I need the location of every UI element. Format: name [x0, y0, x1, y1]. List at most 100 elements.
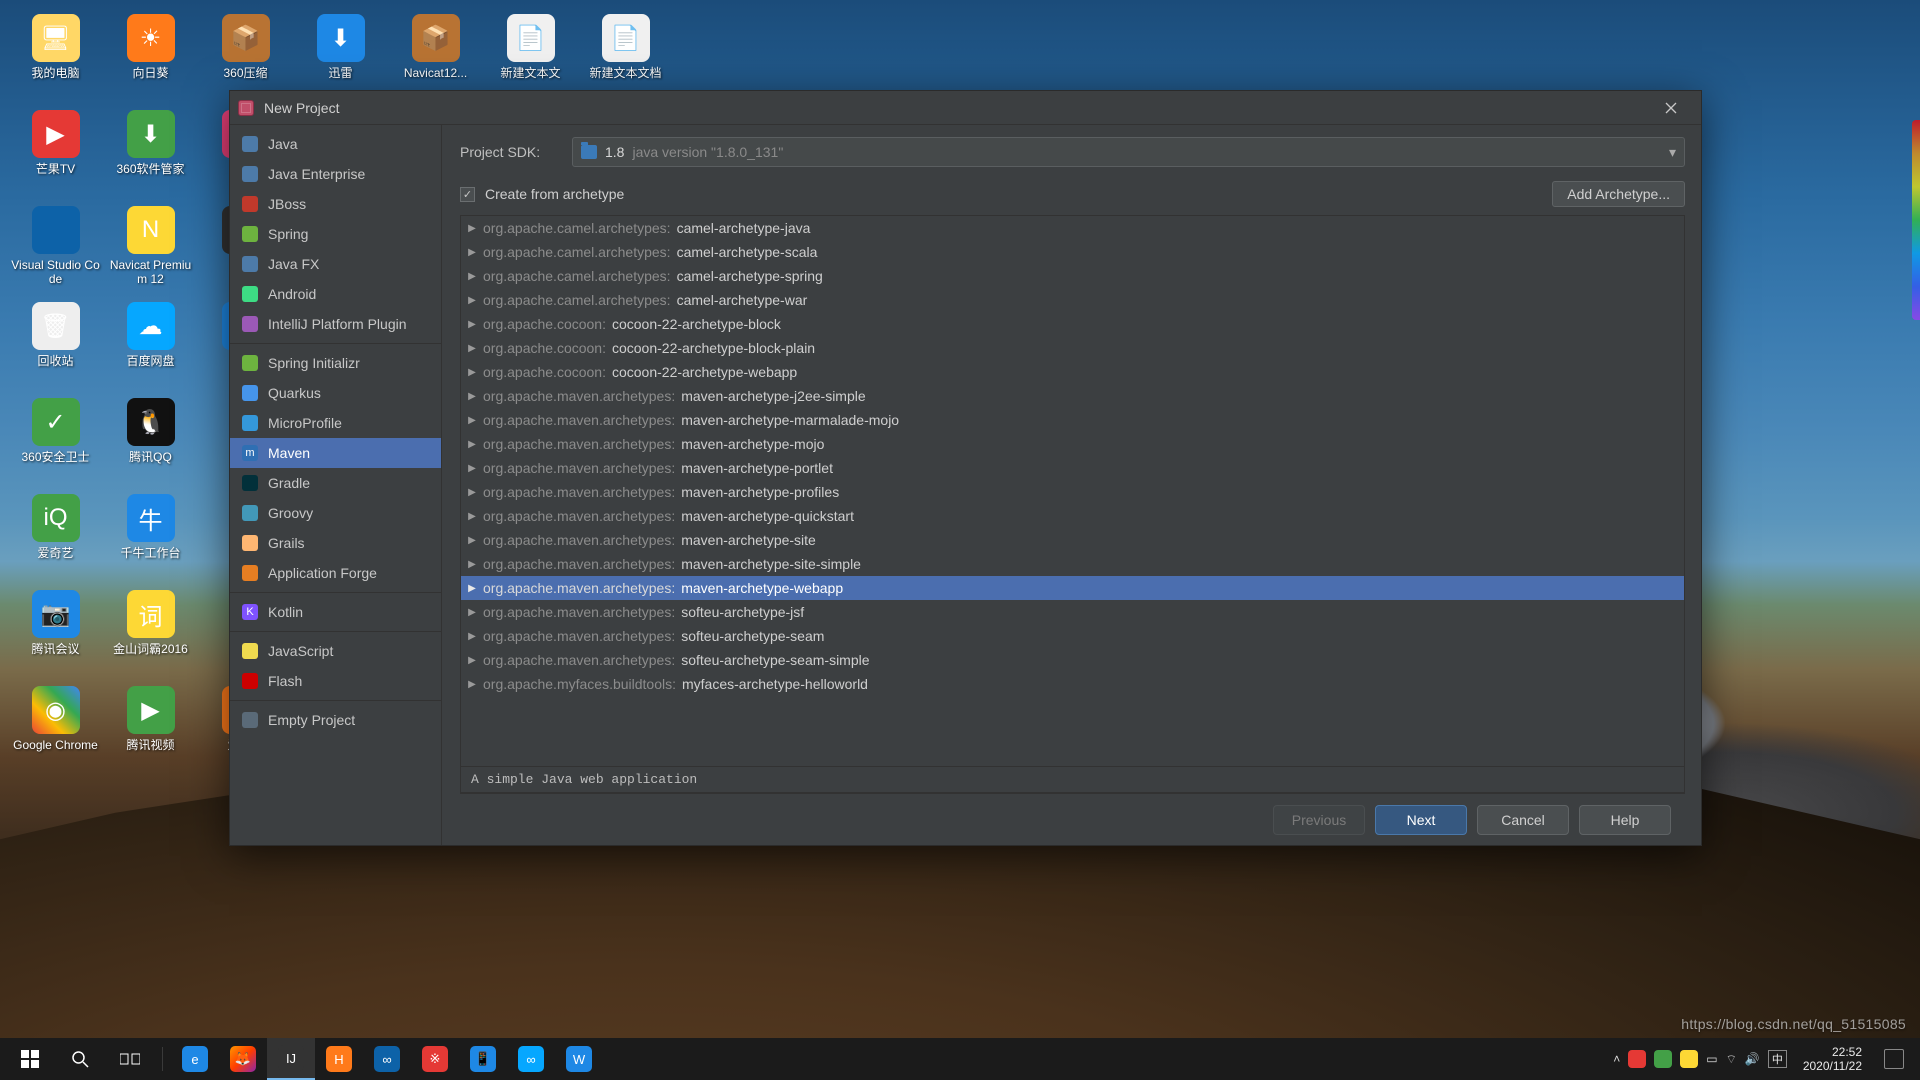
volume-icon[interactable]: 🔊 — [1745, 1052, 1760, 1066]
battery-icon[interactable]: ▭ — [1706, 1052, 1717, 1066]
taskbar-app-icon: W — [566, 1046, 592, 1072]
sidebar-item-label: JavaScript — [268, 643, 333, 659]
sidebar-item[interactable]: K Kotlin — [230, 597, 441, 627]
archetype-description: A simple Java web application — [461, 766, 1684, 792]
sidebar-item[interactable]: Java Enterprise — [230, 159, 441, 189]
archetype-node[interactable]: ▶ org.apache.maven.archetypes:maven-arch… — [461, 576, 1684, 600]
archetype-node[interactable]: ▶ org.apache.maven.archetypes:maven-arch… — [461, 552, 1684, 576]
tray-icon-3[interactable] — [1680, 1050, 1698, 1068]
sidebar-item-label: Grails — [268, 535, 305, 551]
archetype-node[interactable]: ▶ org.apache.maven.archetypes:maven-arch… — [461, 528, 1684, 552]
sidebar-item[interactable]: JavaScript — [230, 636, 441, 666]
taskbar-app-baidu[interactable]: ∞ — [507, 1038, 555, 1080]
start-button[interactable] — [6, 1038, 54, 1080]
archetype-group: org.apache.camel.archetypes: — [483, 220, 671, 236]
archetype-node[interactable]: ▶ org.apache.maven.archetypes:maven-arch… — [461, 480, 1684, 504]
sidebar-item[interactable]: Spring Initializr — [230, 348, 441, 378]
taskbar[interactable]: e🦊IJH∞※📱∞W ˄ ▭ ⌔ 🔊 中 22:52 2020/11/22 — [0, 1038, 1920, 1080]
archetype-node[interactable]: ▶ org.apache.maven.archetypes:maven-arch… — [461, 432, 1684, 456]
sidebar-item[interactable]: JBoss — [230, 189, 441, 219]
close-button[interactable] — [1649, 95, 1693, 121]
sidebar-item[interactable]: Groovy — [230, 498, 441, 528]
sidebar-item[interactable]: Flash — [230, 666, 441, 696]
taskbar-app-firefox[interactable]: 🦊 — [219, 1038, 267, 1080]
desktop-icon[interactable]: 词 金山词霸2016 — [103, 584, 198, 680]
archetype-node[interactable]: ▶ org.apache.cocoon:cocoon-22-archetype-… — [461, 312, 1684, 336]
sidebar-item[interactable]: Java FX — [230, 249, 441, 279]
sidebar-item[interactable]: MicroProfile — [230, 408, 441, 438]
sidebar-item[interactable]: Empty Project — [230, 705, 441, 735]
sidebar-item[interactable]: Application Forge — [230, 558, 441, 588]
archetype-node[interactable]: ▶ org.apache.cocoon:cocoon-22-archetype-… — [461, 360, 1684, 384]
sdk-dropdown[interactable]: 1.8 java version "1.8.0_131" ▾ — [572, 137, 1685, 167]
desktop-icon[interactable]: ☀ 向日葵 — [103, 8, 198, 104]
desktop-icon[interactable]: iQ 爱奇艺 — [8, 488, 103, 584]
sidebar-item[interactable]: Spring — [230, 219, 441, 249]
desktop-icon[interactable]: 牛 千牛工作台 — [103, 488, 198, 584]
desktop-icon[interactable]: ▶ 芒果TV — [8, 104, 103, 200]
desktop-icon-label: 360软件管家 — [116, 162, 184, 176]
search-button[interactable] — [56, 1038, 104, 1080]
taskbar-app-phone[interactable]: 📱 — [459, 1038, 507, 1080]
archetype-artifact: maven-archetype-portlet — [681, 460, 833, 476]
desktop-icon[interactable]: 🐧 腾讯QQ — [103, 392, 198, 488]
wifi-icon[interactable]: ⌔ — [1726, 1052, 1737, 1067]
help-button[interactable]: Help — [1579, 805, 1671, 835]
ime-indicator[interactable]: 中 — [1768, 1050, 1787, 1068]
sidebar-item[interactable]: IntelliJ Platform Plugin — [230, 309, 441, 339]
create-from-archetype-checkbox[interactable]: ✓ — [460, 187, 475, 202]
desktop-icon[interactable]: ⬇ 360软件管家 — [103, 104, 198, 200]
expand-triangle-icon: ▶ — [467, 415, 477, 426]
task-view-button[interactable] — [106, 1038, 154, 1080]
project-type-sidebar[interactable]: Java Java Enterprise JBoss Spring Java F… — [230, 125, 442, 845]
add-archetype-button[interactable]: Add Archetype... — [1552, 181, 1685, 207]
taskbar-app-icon: 🦊 — [230, 1046, 256, 1072]
dialog-titlebar[interactable]: New Project — [230, 91, 1701, 125]
archetype-node[interactable]: ▶ org.apache.maven.archetypes:maven-arch… — [461, 504, 1684, 528]
taskbar-app-app[interactable]: ※ — [411, 1038, 459, 1080]
taskbar-app-wps[interactable]: W — [555, 1038, 603, 1080]
desktop-icon[interactable]: 🗑 回收站 — [8, 296, 103, 392]
desktop-icon[interactable]: ◉ Google Chrome — [8, 680, 103, 776]
archetype-group: org.apache.cocoon: — [483, 364, 606, 380]
cancel-button[interactable]: Cancel — [1477, 805, 1569, 835]
desktop-icon[interactable]: 🖥 我的电脑 — [8, 8, 103, 104]
system-tray[interactable]: ˄ ▭ ⌔ 🔊 中 22:52 2020/11/22 — [1613, 1045, 1914, 1073]
archetype-node[interactable]: ▶ org.apache.cocoon:cocoon-22-archetype-… — [461, 336, 1684, 360]
desktop-icon[interactable]: ☁ 百度网盘 — [103, 296, 198, 392]
archetype-node[interactable]: ▶ org.apache.camel.archetypes:camel-arch… — [461, 264, 1684, 288]
action-center-button[interactable] — [1884, 1049, 1904, 1069]
sidebar-item[interactable]: Android — [230, 279, 441, 309]
tray-icon-1[interactable] — [1628, 1050, 1646, 1068]
tray-chevron-up-icon[interactable]: ˄ — [1613, 1052, 1620, 1066]
desktop-icon[interactable]: 📷 腾讯会议 — [8, 584, 103, 680]
archetype-node[interactable]: ▶ org.apache.myfaces.buildtools:myfaces-… — [461, 672, 1684, 696]
app-icon: 🗑 — [32, 302, 80, 350]
archetype-tree[interactable]: ▶ org.apache.camel.archetypes:camel-arch… — [461, 216, 1684, 766]
archetype-node[interactable]: ▶ org.apache.maven.archetypes:maven-arch… — [461, 456, 1684, 480]
taskbar-app-vs[interactable]: ∞ — [363, 1038, 411, 1080]
taskbar-app-h[interactable]: H — [315, 1038, 363, 1080]
sidebar-item[interactable]: Grails — [230, 528, 441, 558]
desktop-icon[interactable]: N Navicat Premium 12 — [103, 200, 198, 296]
desktop-icon[interactable]: ✓ 360安全卫士 — [8, 392, 103, 488]
desktop-icon[interactable]: ▶ 腾讯视频 — [103, 680, 198, 776]
taskbar-app-intellij[interactable]: IJ — [267, 1038, 315, 1080]
archetype-node[interactable]: ▶ org.apache.maven.archetypes:softeu-arc… — [461, 648, 1684, 672]
next-button[interactable]: Next — [1375, 805, 1467, 835]
archetype-node[interactable]: ▶ org.apache.camel.archetypes:camel-arch… — [461, 288, 1684, 312]
archetype-node[interactable]: ▶ org.apache.camel.archetypes:camel-arch… — [461, 216, 1684, 240]
archetype-node[interactable]: ▶ org.apache.maven.archetypes:softeu-arc… — [461, 624, 1684, 648]
taskbar-app-edge[interactable]: e — [171, 1038, 219, 1080]
archetype-node[interactable]: ▶ org.apache.camel.archetypes:camel-arch… — [461, 240, 1684, 264]
sidebar-item[interactable]: Quarkus — [230, 378, 441, 408]
sidebar-item[interactable]: Gradle — [230, 468, 441, 498]
archetype-node[interactable]: ▶ org.apache.maven.archetypes:maven-arch… — [461, 408, 1684, 432]
archetype-node[interactable]: ▶ org.apache.maven.archetypes:softeu-arc… — [461, 600, 1684, 624]
tray-icon-2[interactable] — [1654, 1050, 1672, 1068]
taskbar-clock[interactable]: 22:52 2020/11/22 — [1803, 1045, 1862, 1073]
sidebar-item[interactable]: Java — [230, 129, 441, 159]
sidebar-item[interactable]: m Maven — [230, 438, 441, 468]
archetype-node[interactable]: ▶ org.apache.maven.archetypes:maven-arch… — [461, 384, 1684, 408]
desktop-icon[interactable]: Visual Studio Code — [8, 200, 103, 296]
